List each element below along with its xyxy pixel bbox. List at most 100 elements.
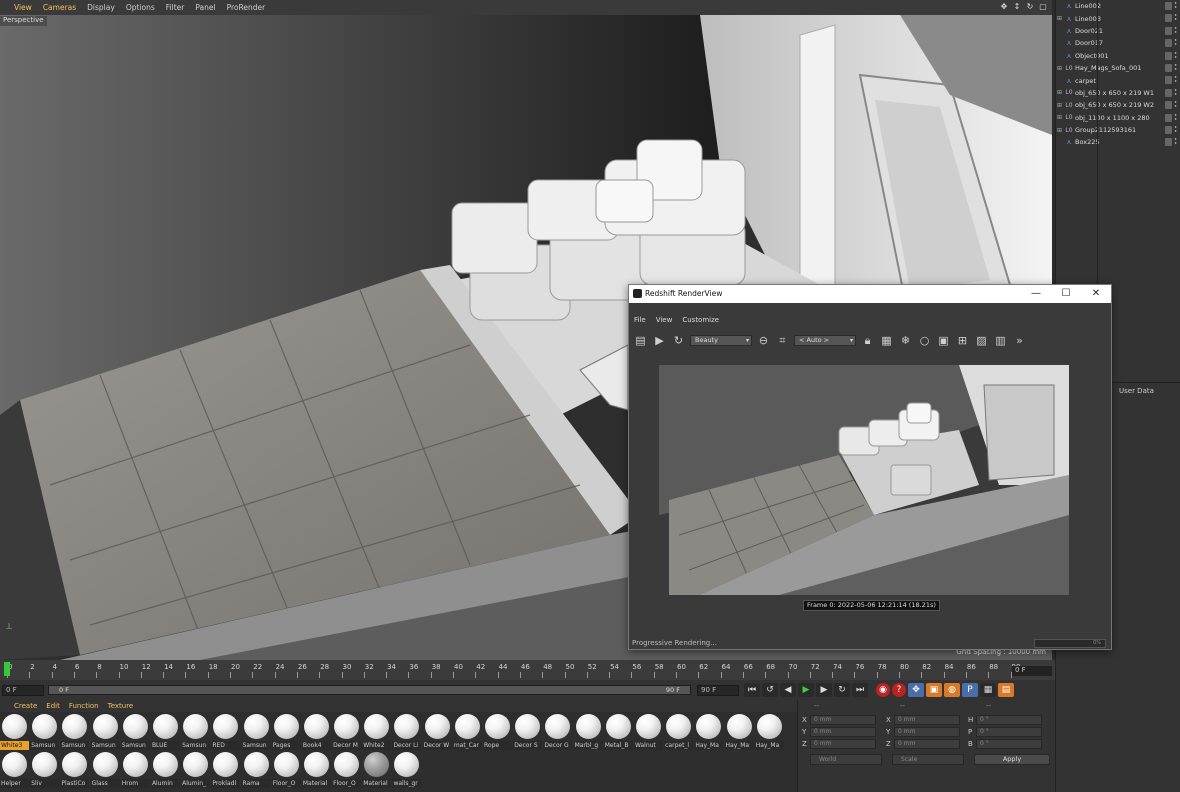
object-row[interactable]: ⊞ L0 Hay_Mags_Sofa_001 • • — [1056, 62, 1180, 74]
viewport-menu-display[interactable]: Display — [87, 3, 115, 12]
visibility-dots-icon[interactable]: • • — [1174, 39, 1177, 48]
refresh-icon[interactable]: ↻ — [671, 333, 686, 348]
material-swatch[interactable]: Floor_O — [332, 751, 362, 789]
overflow-icon[interactable]: » — [1012, 333, 1027, 348]
max-frame-field[interactable]: 90 F — [697, 685, 739, 696]
visibility-tag-icon[interactable] — [1165, 76, 1172, 85]
material-menu-edit[interactable]: Edit — [46, 702, 60, 710]
redshift-menu-customize[interactable]: Customize — [682, 316, 719, 328]
object-row[interactable]: ⊞ ⋏ Line003 • • — [1056, 12, 1180, 24]
material-swatch[interactable]: Book4 — [301, 713, 332, 751]
region-dropdown[interactable]: < Auto > — [794, 334, 856, 346]
object-row[interactable]: ⋏ Door021 • • — [1056, 25, 1180, 37]
redshift-menu-view[interactable]: View — [656, 316, 673, 328]
material-menu-create[interactable]: Create — [14, 702, 37, 710]
expand-icon[interactable]: ⊞ — [1056, 127, 1063, 134]
clapper-icon[interactable]: ▤ — [633, 333, 648, 348]
material-swatch[interactable]: Hrom — [120, 751, 151, 789]
material-swatch[interactable]: Samsun — [241, 713, 272, 751]
object-row[interactable]: ⋏ Box225 • • — [1056, 136, 1180, 148]
grid-icon[interactable]: ▦ — [879, 333, 894, 348]
visibility-dots-icon[interactable]: • • — [1174, 113, 1177, 122]
prev-frame-icon[interactable]: ◀ — [780, 683, 796, 697]
material-swatch[interactable]: carpet_l — [664, 713, 694, 751]
material-swatch[interactable]: Material — [362, 751, 392, 789]
expand-icon[interactable]: ⊞ — [1056, 89, 1063, 96]
visibility-dots-icon[interactable]: • • — [1174, 76, 1177, 85]
material-swatch[interactable]: Decor G — [543, 713, 573, 751]
apply-button[interactable]: Apply — [974, 754, 1050, 765]
material-menu-texture[interactable]: Texture — [108, 702, 134, 710]
size-value-field[interactable]: 0 mm — [894, 715, 960, 725]
maximize-window-icon[interactable]: ☐ — [1051, 285, 1081, 303]
material-swatch[interactable]: Samsun — [60, 713, 90, 751]
material-swatch[interactable]: Rope — [483, 713, 513, 751]
visibility-tag-icon[interactable] — [1165, 39, 1172, 48]
object-row[interactable]: ⊞ L0 obj_650 x 650 x 219 W1 • • — [1056, 87, 1180, 99]
rotation-key-icon[interactable]: ◍ — [944, 683, 960, 697]
visibility-tag-icon[interactable] — [1165, 26, 1172, 35]
position-value-field[interactable]: 0 mm — [810, 715, 876, 725]
viewport-menu-options[interactable]: Options — [126, 3, 155, 12]
material-swatch[interactable]: White3 — [0, 713, 30, 751]
snapshot-icon[interactable]: ▨ — [974, 333, 989, 348]
go-to-end-icon[interactable]: ⏭ — [852, 683, 868, 697]
visibility-tag-icon[interactable] — [1165, 138, 1172, 147]
material-swatch[interactable]: Decor M — [332, 713, 362, 751]
material-swatch[interactable]: Prokladl — [211, 751, 241, 789]
image-icon[interactable]: ▣ — [936, 333, 951, 348]
object-row[interactable]: ⋏ Door017 • • — [1056, 37, 1180, 49]
play-icon[interactable]: ▶ — [798, 683, 814, 697]
render-play-icon[interactable]: ▶ — [652, 333, 667, 348]
material-swatch[interactable]: Decor Li — [392, 713, 422, 751]
position-value-field[interactable]: 0 mm — [810, 739, 876, 749]
expand-icon[interactable]: ⊞ — [1056, 114, 1063, 121]
zoom-icon[interactable]: ↕ — [1012, 2, 1022, 12]
render-image[interactable] — [659, 365, 1069, 595]
size-value-field[interactable]: 0 mm — [894, 739, 960, 749]
move-icon[interactable]: ✥ — [999, 2, 1009, 12]
material-swatch[interactable]: Marbl_g — [573, 713, 604, 751]
rotation-value-field[interactable]: 0 ° — [976, 715, 1042, 725]
object-row[interactable]: ⊞ L0 obj_1100 x 1100 x 280 • • — [1056, 112, 1180, 124]
material-swatch[interactable]: Hay_Ma — [724, 713, 755, 751]
position-value-field[interactable]: 0 mm — [810, 727, 876, 737]
redshift-menu-file[interactable]: File — [634, 316, 646, 328]
param-key-icon[interactable]: P — [962, 683, 978, 697]
viewport-menu-filter[interactable]: Filter — [166, 3, 185, 12]
viewport-menu-prorender[interactable]: ProRender — [227, 3, 266, 12]
compare-icon[interactable]: ▥ — [993, 333, 1008, 348]
material-swatch[interactable]: RED — [211, 713, 241, 751]
go-to-start-icon[interactable]: ⏮ — [744, 683, 760, 697]
timeline-ruler[interactable]: 0 2 4 6 8 10 12 14 16 18 20 22 24 26 28 30 32 34 36 38 40 42 4… — [0, 660, 1055, 680]
minimize-icon[interactable]: — — [1021, 285, 1051, 303]
visibility-dots-icon[interactable]: • • — [1174, 101, 1177, 110]
material-swatch[interactable]: Samsun — [120, 713, 151, 751]
current-frame-field[interactable]: 0 F — [1012, 666, 1052, 676]
material-swatch[interactable]: Pages — [271, 713, 302, 751]
material-swatch[interactable]: Rama — [241, 751, 272, 789]
position-key-icon[interactable]: ✥ — [908, 683, 924, 697]
object-row[interactable]: ⋏ Line002 • • — [1056, 0, 1180, 12]
visibility-tag-icon[interactable] — [1165, 2, 1172, 10]
visibility-dots-icon[interactable]: • • — [1174, 51, 1177, 60]
material-swatch[interactable]: BLUE — [150, 713, 181, 751]
maximize-icon[interactable]: ▢ — [1038, 2, 1048, 12]
frame-range-slider[interactable]: 0 F 90 F — [48, 685, 691, 695]
visibility-tag-icon[interactable] — [1165, 125, 1172, 134]
object-row[interactable]: ⊞ L0 Group2112593161 • • — [1056, 124, 1180, 136]
expand-icon[interactable]: ⊞ — [1056, 15, 1063, 22]
visibility-dots-icon[interactable]: • • — [1174, 63, 1177, 72]
expand-icon[interactable]: ⊞ — [1056, 102, 1063, 109]
viewport-menu-panel[interactable]: Panel — [195, 3, 215, 12]
material-swatch[interactable]: Sliv — [30, 751, 60, 789]
material-swatch[interactable]: walls_gr — [392, 751, 422, 789]
rotate-icon[interactable]: ↻ — [1025, 2, 1035, 12]
visibility-tag-icon[interactable] — [1165, 14, 1172, 23]
material-swatch[interactable]: Samsun — [90, 713, 121, 751]
next-frame-icon[interactable]: ▶ — [816, 683, 832, 697]
visibility-tag-icon[interactable] — [1165, 101, 1172, 110]
visibility-tag-icon[interactable] — [1165, 51, 1172, 60]
scale-key-icon[interactable]: ▣ — [926, 683, 942, 697]
visibility-tag-icon[interactable] — [1165, 63, 1172, 72]
